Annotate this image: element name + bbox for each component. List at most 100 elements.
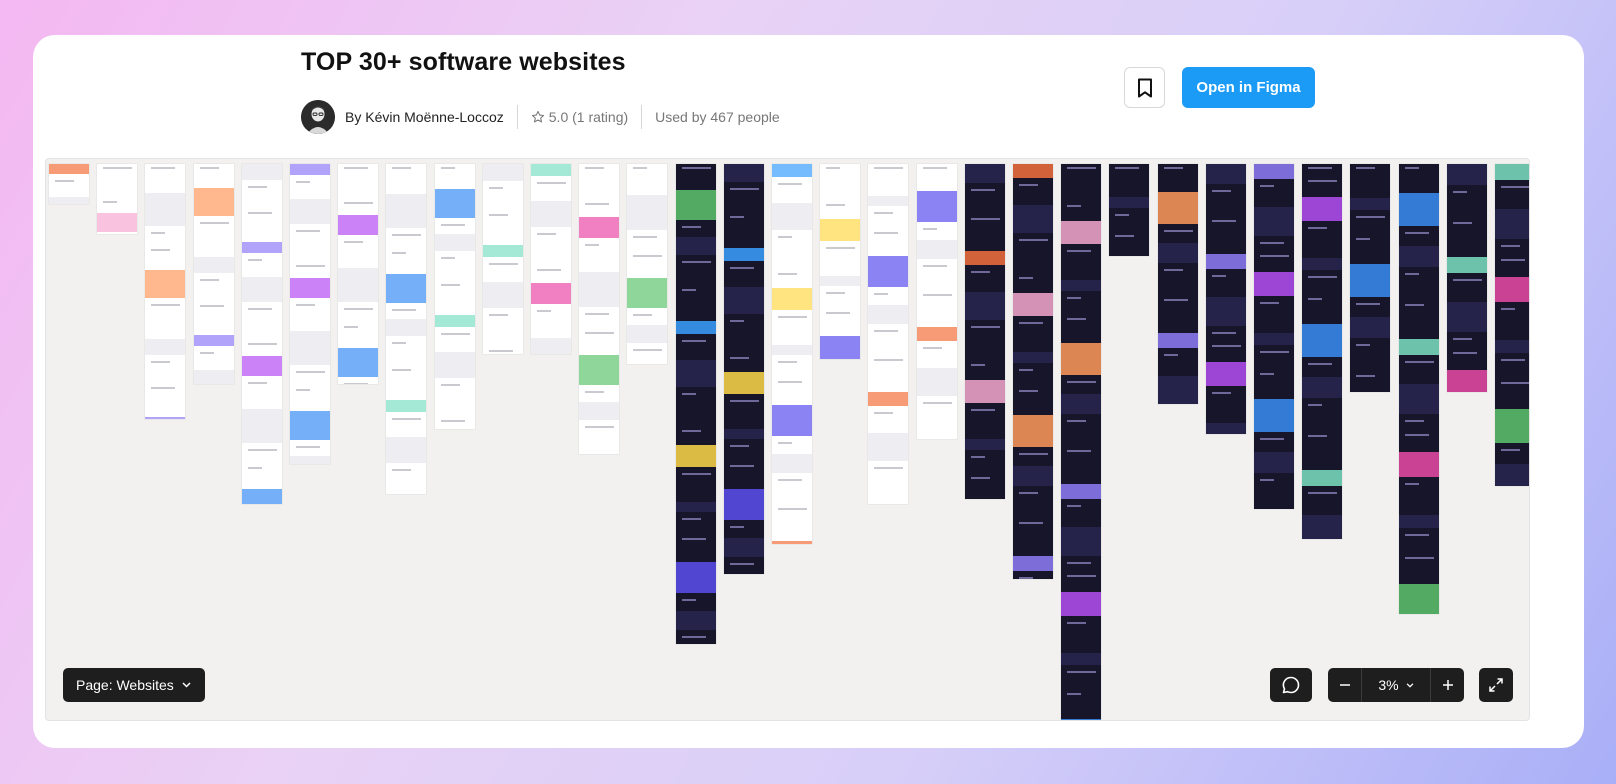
thumbnail-section — [675, 237, 716, 255]
thumbnail-text-line — [1019, 577, 1033, 579]
thumbnail-section — [916, 291, 957, 324]
thumbnail-text-line — [344, 167, 369, 169]
thumbnail-section — [482, 211, 523, 242]
thumbnail-section — [434, 315, 475, 327]
website-thumbnail — [531, 164, 571, 354]
thumbnail-section — [1109, 232, 1150, 256]
thumbnail-section — [868, 164, 909, 193]
thumbnail-text-line — [344, 241, 364, 243]
thumbnail-section — [820, 276, 861, 286]
thumbnail-text-line — [1501, 359, 1525, 361]
thumbnail-section — [723, 372, 764, 394]
thumbnail-section — [1350, 164, 1391, 195]
fullscreen-button[interactable] — [1479, 668, 1513, 702]
thumbnail-section — [49, 177, 89, 194]
meta-divider — [516, 105, 518, 129]
thumbnail-section — [482, 184, 523, 208]
bookmark-button[interactable] — [1124, 67, 1165, 108]
website-thumbnail — [1013, 164, 1053, 579]
file-meta: By Kévin Moënne-Loccoz 5.0 (1 rating) Us… — [301, 100, 780, 134]
open-in-figma-button[interactable]: Open in Figma — [1182, 67, 1315, 108]
website-thumbnail — [723, 164, 764, 574]
zoom-level-dropdown[interactable]: 3% — [1362, 668, 1430, 702]
thumbnail-section — [723, 489, 764, 520]
thumbnail-section — [723, 185, 764, 210]
thumbnail-section — [772, 288, 812, 310]
thumbnail-section — [145, 270, 186, 298]
thumbnail-text-line — [1019, 453, 1048, 455]
avatar[interactable] — [301, 100, 335, 134]
thumbnail-section — [1109, 211, 1150, 229]
website-thumbnail — [1061, 164, 1102, 720]
comment-icon — [1282, 676, 1300, 694]
thumbnail-section — [1157, 164, 1198, 189]
website-thumbnail — [482, 164, 523, 354]
website-thumbnail — [1350, 164, 1391, 392]
thumbnail-section — [434, 330, 475, 349]
thumbnail-section — [1398, 164, 1439, 190]
thumbnail-text-line — [1260, 302, 1279, 304]
thumbnail-section — [193, 349, 234, 367]
thumbnail-section — [1157, 333, 1198, 348]
thumbnail-text-line — [1308, 227, 1328, 229]
thumbnail-section — [772, 233, 812, 267]
thumbnail-text-line — [1308, 404, 1323, 406]
thumbnail-section — [1495, 446, 1529, 461]
thumbnail-text-line — [826, 167, 841, 169]
thumbnail-text-line — [729, 216, 744, 218]
thumbnail-text-line — [1115, 214, 1130, 216]
thumbnail-text-line — [585, 203, 610, 205]
thumbnail-section — [772, 505, 812, 538]
thumbnail-section — [338, 164, 379, 196]
thumbnail-section — [723, 462, 764, 486]
website-thumbnail — [627, 164, 668, 364]
thumbnail-section — [1302, 273, 1343, 292]
thumbnail-section — [1302, 515, 1343, 539]
thumbnail-section — [145, 301, 186, 336]
thumbnail-section — [1157, 266, 1198, 293]
thumbnail-text-line — [1356, 344, 1371, 346]
thumbnail-text-line — [55, 180, 74, 182]
thumbnail-section — [1446, 276, 1487, 299]
thumbnail-section — [1157, 376, 1198, 404]
minus-icon — [1339, 684, 1350, 686]
thumbnail-section — [820, 244, 861, 273]
thumbnail-section — [1205, 217, 1246, 251]
thumbnail-section — [531, 230, 571, 263]
author-name[interactable]: By Kévin Moënne-Loccoz — [345, 109, 504, 125]
thumbnail-section — [1302, 258, 1343, 270]
comment-button[interactable] — [1270, 668, 1312, 702]
thumbnail-section — [868, 196, 909, 206]
thumbnail-section — [531, 283, 571, 304]
thumbnail-section — [1013, 236, 1053, 271]
thumbnail-section — [1061, 221, 1102, 244]
thumbnail-section — [916, 437, 957, 439]
file-canvas-preview[interactable]: Page: Websites 3% — [45, 158, 1530, 721]
thumbnail-section — [627, 252, 668, 275]
thumbnail-section — [1205, 187, 1246, 214]
thumbnail-section — [820, 219, 861, 241]
thumbnail-text-line — [1211, 275, 1226, 277]
page-selector[interactable]: Page: Websites — [63, 668, 205, 702]
thumbnail-section — [1446, 349, 1487, 367]
thumbnail-text-line — [1163, 299, 1188, 301]
thumbnail-text-line — [1067, 693, 1082, 695]
thumbnail-section — [1254, 370, 1294, 396]
zoom-out-button[interactable] — [1328, 668, 1361, 702]
thumbnail-section — [772, 454, 812, 473]
thumbnail-section — [193, 370, 234, 384]
thumbnail-section — [1350, 341, 1391, 369]
thumbnail-section — [531, 179, 571, 198]
thumbnail-text-line — [922, 402, 952, 404]
thumbnail-text-line — [681, 167, 711, 169]
thumbnail-text-line — [970, 326, 1000, 328]
zoom-in-button[interactable] — [1431, 668, 1464, 702]
thumbnail-text-line — [633, 349, 663, 351]
thumbnail-section — [1061, 527, 1102, 556]
thumbnail-text-line — [1501, 308, 1515, 310]
thumbnail-text-line — [537, 182, 566, 184]
thumbnail-section — [1398, 531, 1439, 551]
thumbnail-section — [1302, 295, 1343, 321]
website-thumbnail — [97, 164, 138, 234]
thumbnail-text-line — [633, 255, 663, 257]
